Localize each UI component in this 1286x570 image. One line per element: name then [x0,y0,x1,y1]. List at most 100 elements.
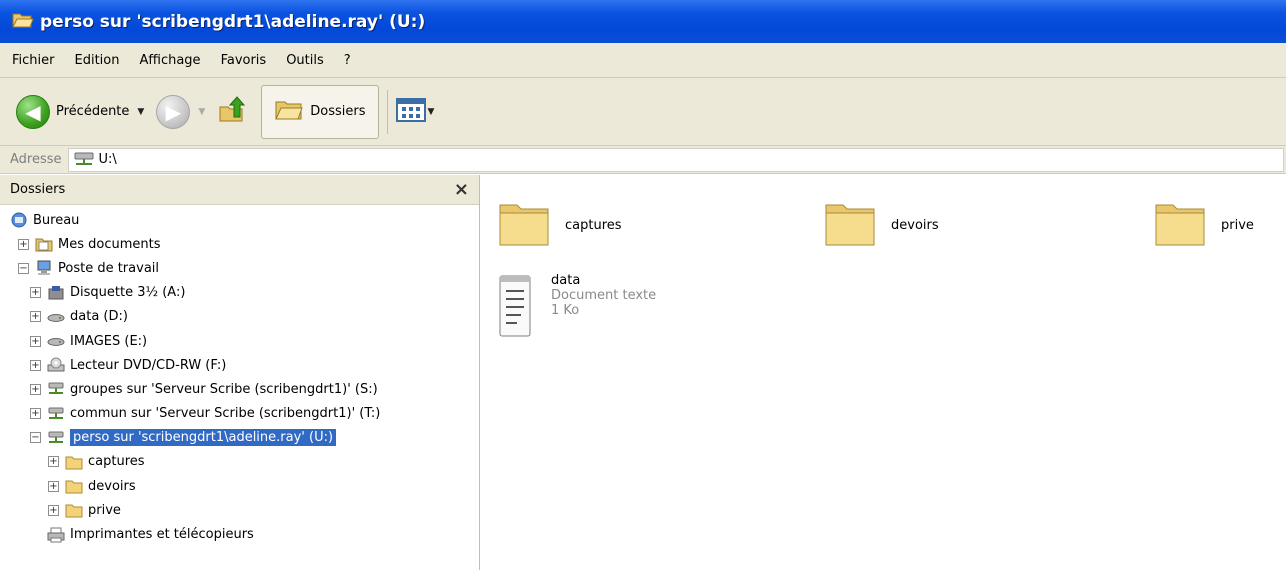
back-button[interactable]: ◀ Précédente ▼ [10,86,150,138]
forward-button[interactable]: ▶ ▼ [150,86,211,138]
tree-item-label: Mes documents [58,236,161,252]
forward-arrow-icon: ▶ [156,94,191,129]
folder-item-captures[interactable]: captures [497,197,622,253]
menu-edition[interactable]: Edition [73,51,122,70]
address-input[interactable]: U:\ [67,147,1284,172]
folder-pane-header: Dossiers × [0,175,479,205]
hard-drive-icon [47,333,65,349]
tree-item-label: captures [88,454,145,470]
tree-item[interactable]: + prive [0,498,479,522]
large-folder-icon [1153,197,1207,253]
expand-icon[interactable]: + [30,335,41,347]
network-drive-icon [47,430,65,446]
folder-icon [65,478,83,494]
tree-item[interactable]: + commun sur 'Serveur Scribe (scribengdrt… [0,402,479,426]
folder-name: prive [1221,217,1254,233]
folder-icon [65,502,83,518]
tree-item-label: Poste de travail [58,260,160,276]
views-dropdown-icon[interactable]: ▼ [428,107,435,117]
menu-affichage[interactable]: Affichage [137,51,202,70]
toolbar-separator [386,89,388,134]
back-dropdown-icon[interactable]: ▼ [137,107,144,117]
address-value: U:\ [98,152,117,167]
folder-tree-pane: Dossiers × Bureau + Mes documents − Poste de… [0,175,480,570]
tree-item-label: data (D:) [70,309,128,325]
tree-item[interactable]: + Mes documents [0,232,479,256]
expand-icon[interactable]: + [18,238,29,250]
folder-tree: Bureau + Mes documents − Poste de travail + Di… [0,205,479,547]
folder-item-devoirs[interactable]: devoirs [823,197,939,253]
tree-item-label: Lecteur DVD/CD-RW (F:) [70,357,227,373]
expand-icon[interactable]: + [30,408,41,420]
my-documents-icon [35,236,53,252]
large-folder-icon [823,197,877,253]
file-type: Document texte [551,288,657,303]
folder-open-icon [12,11,34,33]
folder-pane-title: Dossiers [10,182,66,197]
tree-item[interactable]: − Poste de travail [0,256,479,280]
tree-item[interactable]: + groupes sur 'Serveur Scribe (scribengdr… [0,377,479,401]
expand-icon[interactable]: + [30,311,41,323]
views-icon [395,97,426,127]
menu-favoris[interactable]: Favoris [219,51,269,70]
menu-help[interactable]: ? [342,51,353,70]
tree-item-label: Bureau [33,212,80,228]
address-bar: Adresse U:\ [0,146,1286,174]
forward-dropdown-icon[interactable]: ▼ [198,107,205,117]
folders-label: Dossiers [310,104,366,119]
dvd-drive-icon [47,357,65,373]
tree-item-label: perso sur 'scribengdrt1\adeline.ray' (U:… [70,429,337,447]
tree-item[interactable]: Imprimantes et télécopieurs [0,522,479,546]
tree-item[interactable]: + IMAGES (E:) [0,329,479,353]
my-computer-icon [35,260,53,276]
close-icon[interactable]: × [454,180,469,199]
tree-item-label: IMAGES (E:) [70,333,148,349]
folders-button[interactable]: Dossiers [261,84,379,139]
back-arrow-icon: ◀ [16,94,50,129]
file-size: 1 Ko [551,303,580,318]
views-button[interactable]: ▼ [395,86,441,138]
hard-drive-icon [47,309,65,325]
tree-item-label: groupes sur 'Serveur Scribe (scribengdrt… [70,381,378,397]
tree-item[interactable]: − perso sur 'scribengdrt1\adeline.ray' (U… [0,426,479,450]
file-item-data[interactable]: data Document texte 1 Ko [497,273,656,343]
folder-item-prive[interactable]: prive [1153,197,1254,253]
collapse-icon[interactable]: − [30,432,41,444]
expand-icon[interactable]: + [30,359,41,371]
collapse-icon[interactable]: − [18,262,29,274]
expand-icon[interactable]: + [30,287,41,299]
expand-icon[interactable]: + [48,456,59,468]
up-folder-icon [217,95,247,129]
tree-item-label: Disquette 3½ (A:) [70,285,186,301]
address-label: Adresse [10,152,62,167]
tree-item-label: devoirs [88,478,136,494]
window-title: perso sur 'scribengdrt1\adeline.ray' (U:… [40,11,426,32]
toolbar: ◀ Précédente ▼ ▶ ▼ Dossiers ▼ [0,78,1286,146]
title-bar[interactable]: perso sur 'scribengdrt1\adeline.ray' (U:… [0,0,1286,43]
back-label: Précédente [56,104,130,119]
menu-bar: Fichier Edition Affichage Favoris Outils… [0,43,1286,78]
network-drive-icon [73,150,95,170]
large-folder-icon [497,197,551,253]
folder-name: devoirs [891,217,939,233]
tree-item[interactable]: + Disquette 3½ (A:) [0,281,479,305]
tree-item-label: Imprimantes et télécopieurs [70,527,254,543]
floppy-icon [47,285,65,301]
tree-item-label: commun sur 'Serveur Scribe (scribengdrt1… [70,406,381,422]
folder-icon [65,454,83,470]
tree-item-label: prive [88,502,121,518]
up-folder-button[interactable] [211,86,253,138]
expand-icon[interactable]: + [48,480,59,492]
tree-item[interactable]: + data (D:) [0,305,479,329]
tree-item[interactable]: Bureau [0,208,479,232]
tree-item[interactable]: + captures [0,450,479,474]
tree-item[interactable]: + Lecteur DVD/CD-RW (F:) [0,353,479,377]
expand-icon[interactable]: + [30,383,41,395]
menu-outils[interactable]: Outils [284,51,326,70]
printer-icon [47,527,65,543]
folders-icon [274,97,304,127]
expand-icon[interactable]: + [48,504,59,516]
menu-fichier[interactable]: Fichier [10,51,57,70]
network-drive-icon [47,381,65,397]
tree-item[interactable]: + devoirs [0,474,479,498]
